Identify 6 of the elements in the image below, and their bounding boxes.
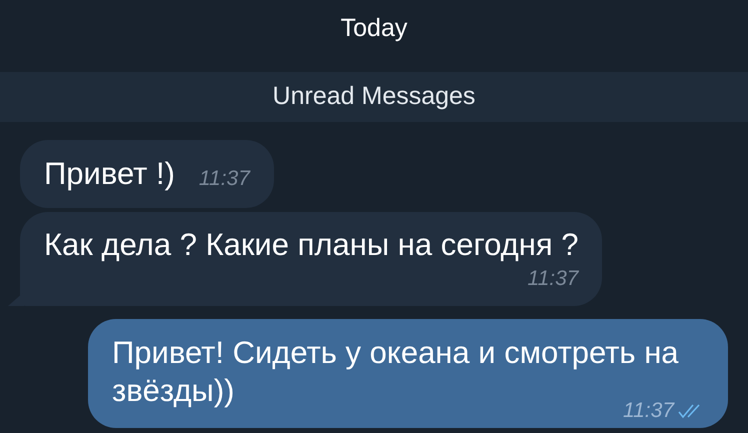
date-header: Today	[340, 13, 408, 44]
message-time: 11:37	[198, 166, 250, 192]
message-time: 11:37	[527, 266, 578, 292]
unread-messages-banner: Unread Messages	[0, 72, 748, 122]
message-text: Привет !)	[44, 155, 175, 193]
message-text: Как дела ? Какие планы на сегодня ?	[44, 227, 578, 262]
